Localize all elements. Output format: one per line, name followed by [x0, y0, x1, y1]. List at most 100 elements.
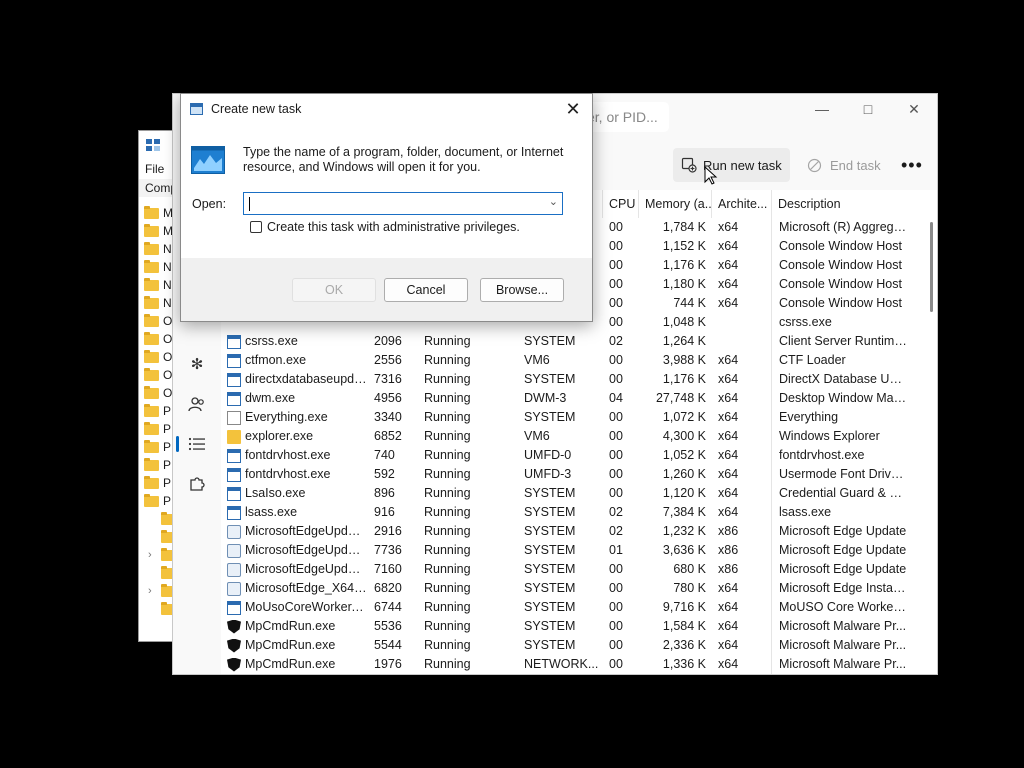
process-name: MicrosoftEdgeUpdat... — [245, 524, 367, 538]
process-name-cell: ctfmon.exe — [221, 351, 367, 370]
process-row[interactable]: fontdrvhost.exe 740 Running UMFD-0 00 1,052 K… — [221, 446, 921, 465]
run-new-task-button[interactable]: Run new task — [673, 148, 790, 182]
process-name-cell: MpCmdRun.exe — [221, 617, 367, 636]
admin-privileges-option[interactable]: Create this task with administrative pri… — [250, 220, 520, 234]
folder-icon — [144, 331, 159, 345]
process-name: Everything.exe — [245, 410, 328, 424]
architecture-cell: x64 — [712, 351, 772, 370]
folder-icon — [144, 259, 159, 273]
run-task-icon — [681, 157, 697, 173]
maximize-button[interactable]: □ — [845, 94, 891, 124]
folder-label: P — [163, 422, 172, 436]
status-cell: Running — [424, 638, 471, 652]
folder-icon — [144, 457, 159, 471]
description-cell: DirectX Database Upd... — [779, 372, 908, 386]
process-row[interactable]: MicrosoftEdge_X64_... 6820 Running SYSTEM 00… — [221, 579, 921, 598]
process-row[interactable]: ctfmon.exe 2556 Running VM6 00 3,988 K x64 CTF … — [221, 351, 921, 370]
status-cell: Running — [424, 467, 471, 481]
cpu-cell: 00 — [609, 448, 623, 462]
vertical-scrollbar[interactable] — [930, 222, 933, 312]
mouse-cursor-icon — [704, 166, 718, 185]
tree-expand-icon[interactable]: › — [148, 549, 158, 561]
header-cpu[interactable]: CPU — [603, 190, 639, 218]
browse-button[interactable]: Browse... — [480, 278, 564, 302]
nav-details-icon[interactable] — [187, 434, 207, 454]
description-cell: Microsoft Edge Update — [779, 524, 907, 538]
memory-cell: 1,152 K — [662, 239, 706, 253]
more-options-button[interactable]: ••• — [893, 148, 931, 182]
process-row[interactable]: MoUsoCoreWorker.e... 6744 Running SYSTEM 00 9… — [221, 598, 921, 617]
dialog-close-button[interactable]: ✕ — [562, 98, 584, 120]
shield-icon — [227, 619, 241, 634]
header-architecture[interactable]: Archite... — [712, 190, 772, 218]
memory-cell: 3,988 K — [662, 353, 706, 367]
description-cell: Desktop Window Man... — [779, 391, 908, 405]
tree-expand-icon[interactable]: › — [148, 585, 158, 597]
architecture-cell — [712, 313, 772, 332]
installer-icon — [227, 543, 241, 558]
description-cell: Microsoft Malware Pr... — [779, 657, 907, 671]
application-icon — [227, 334, 241, 349]
close-button[interactable]: ✕ — [891, 94, 937, 124]
user-cell: VM6 — [524, 353, 550, 367]
folder-icon — [144, 439, 159, 453]
admin-privileges-checkbox[interactable] — [250, 221, 262, 233]
folder-icon — [144, 367, 159, 381]
user-cell: SYSTEM — [524, 562, 576, 576]
process-row[interactable]: csrss.exe 2096 Running SYSTEM 02 1,264 K Clien… — [221, 332, 921, 351]
memory-cell: 1,264 K — [662, 334, 706, 348]
description-cell: Microsoft Malware Pr... — [779, 619, 907, 633]
process-row[interactable]: MpCmdRun.exe 5544 Running SYSTEM 00 2,336 K x6… — [221, 636, 921, 655]
nav-users-icon[interactable] — [187, 394, 207, 414]
process-name: csrss.exe — [245, 334, 298, 348]
window-caption-buttons: — □ ✕ — [799, 94, 937, 124]
description-cell: CTF Loader — [779, 353, 846, 367]
process-row[interactable]: fontdrvhost.exe 592 Running UMFD-3 00 1,260 K… — [221, 465, 921, 484]
chevron-down-icon[interactable]: ⌄ — [549, 195, 558, 208]
cpu-cell: 00 — [609, 429, 623, 443]
process-row[interactable]: MpCmdRun.exe 5536 Running SYSTEM 00 1,584 K x6… — [221, 617, 921, 636]
process-row[interactable]: MpCmdRun.exe 1976 Running NETWORK... 00 1,336… — [221, 655, 921, 674]
installer-icon — [227, 562, 241, 577]
end-task-button[interactable]: End task — [799, 148, 889, 182]
application-icon — [227, 467, 241, 482]
cpu-cell: 01 — [609, 543, 623, 557]
folder-icon — [144, 421, 159, 435]
pid-cell: 1976 — [374, 657, 402, 671]
application-icon — [227, 391, 241, 406]
process-row[interactable]: explorer.exe 6852 Running VM6 00 4,300 K x64 Wi… — [221, 427, 921, 446]
nav-services-icon[interactable] — [187, 474, 207, 494]
cancel-button[interactable]: Cancel — [384, 278, 468, 302]
open-combobox[interactable]: ⌄ — [243, 192, 563, 215]
ok-button[interactable]: OK — [292, 278, 376, 302]
memory-cell: 780 K — [673, 581, 706, 595]
process-row[interactable]: directxdatabaseupda... 7316 Running SYSTEM 0… — [221, 370, 921, 389]
process-row[interactable]: Everything.exe 3340 Running SYSTEM 00 1,072 K… — [221, 408, 921, 427]
process-row[interactable]: dwm.exe 4956 Running DWM-3 04 27,748 K x64 Desk… — [221, 389, 921, 408]
header-memory[interactable]: Memory (a... — [639, 190, 712, 218]
memory-cell: 680 K — [673, 562, 706, 576]
status-cell: Running — [424, 353, 471, 367]
memory-cell: 1,176 K — [662, 372, 706, 386]
process-row[interactable]: MicrosoftEdgeUpdat... 2916 Running SYSTEM 02… — [221, 522, 921, 541]
shield-icon — [227, 657, 241, 672]
description-cell: Microsoft (R) Aggrega... — [779, 220, 908, 234]
folder-label: O — [163, 386, 173, 400]
memory-cell: 1,232 K — [662, 524, 706, 538]
architecture-cell: x64 — [712, 465, 772, 484]
memory-cell: 1,052 K — [662, 448, 706, 462]
memory-cell: 1,784 K — [662, 220, 706, 234]
pid-cell: 7160 — [374, 562, 402, 576]
header-description[interactable]: Description — [772, 190, 912, 218]
user-cell: SYSTEM — [524, 543, 576, 557]
status-cell: Running — [424, 486, 471, 500]
process-name-cell: MicrosoftEdgeUpdat... — [221, 541, 367, 560]
folder-label: P — [163, 494, 172, 508]
process-row[interactable]: MicrosoftEdgeUpdat... 7736 Running SYSTEM 01… — [221, 541, 921, 560]
nav-app-history-icon[interactable]: ✻ — [187, 354, 207, 374]
process-row[interactable]: MicrosoftEdgeUpdat... 7160 Running SYSTEM 00… — [221, 560, 921, 579]
process-row[interactable]: lsass.exe 916 Running SYSTEM 02 7,384 K x64 lsa… — [221, 503, 921, 522]
process-row[interactable]: LsaIso.exe 896 Running SYSTEM 00 1,120 K x64 Cr… — [221, 484, 921, 503]
cpu-cell: 00 — [609, 258, 623, 272]
minimize-button[interactable]: — — [799, 94, 845, 124]
